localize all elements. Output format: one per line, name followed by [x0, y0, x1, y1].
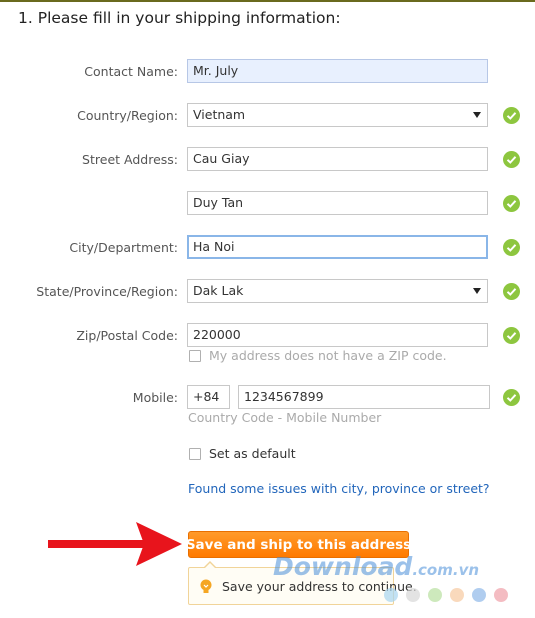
top-divider	[0, 0, 535, 2]
watermark-main: Download	[273, 552, 413, 581]
check-icon	[503, 389, 520, 406]
lightbulb-icon	[200, 579, 212, 593]
zip-label: Zip/Postal Code:	[76, 328, 178, 343]
watermark-suffix: .com.vn	[412, 561, 480, 579]
contact-name-label: Contact Name:	[84, 64, 178, 79]
check-icon	[503, 107, 520, 124]
street-input-1[interactable]: Cau Giay	[187, 147, 488, 171]
section-title: 1. Please fill in your shipping informat…	[18, 9, 341, 27]
dropdown-arrow-icon	[473, 288, 481, 294]
set-default-checkbox[interactable]	[189, 448, 201, 460]
watermark-dot	[450, 588, 464, 602]
check-icon	[503, 195, 520, 212]
street-input-2[interactable]: Duy Tan	[187, 191, 488, 215]
set-default-label: Set as default	[209, 446, 296, 461]
check-icon	[503, 327, 520, 344]
check-icon	[503, 151, 520, 168]
watermark-dot	[472, 588, 486, 602]
no-zip-label: My address does not have a ZIP code.	[209, 348, 447, 363]
watermark-dot	[384, 588, 398, 602]
no-zip-checkbox[interactable]	[189, 350, 201, 362]
state-value: Dak Lak	[193, 283, 244, 298]
mobile-number-input[interactable]: 1234567899	[238, 385, 490, 409]
watermark-dot	[428, 588, 442, 602]
address-issues-link[interactable]: Found some issues with city, province or…	[188, 481, 490, 496]
watermark-dot	[406, 588, 420, 602]
city-input[interactable]: Ha Noi	[187, 235, 488, 259]
watermark-logo: Download.com.vn	[273, 552, 479, 581]
contact-name-input[interactable]: Mr. July	[187, 59, 488, 83]
zip-input[interactable]: 220000	[187, 323, 488, 347]
red-arrow-icon	[48, 522, 182, 566]
country-value: Vietnam	[193, 107, 246, 122]
mobile-hint: Country Code - Mobile Number	[188, 410, 382, 425]
dropdown-arrow-icon	[473, 112, 481, 118]
check-icon	[503, 239, 520, 256]
mobile-label: Mobile:	[132, 390, 178, 405]
check-icon	[503, 283, 520, 300]
state-select[interactable]: Dak Lak	[187, 279, 488, 303]
country-code-input[interactable]: +84	[187, 385, 230, 409]
city-label: City/Department:	[69, 240, 178, 255]
state-label: State/Province/Region:	[36, 284, 178, 299]
watermark-dot	[494, 588, 508, 602]
country-select[interactable]: Vietnam	[187, 103, 488, 127]
country-label: Country/Region:	[77, 108, 178, 123]
street-label: Street Address:	[82, 152, 178, 167]
